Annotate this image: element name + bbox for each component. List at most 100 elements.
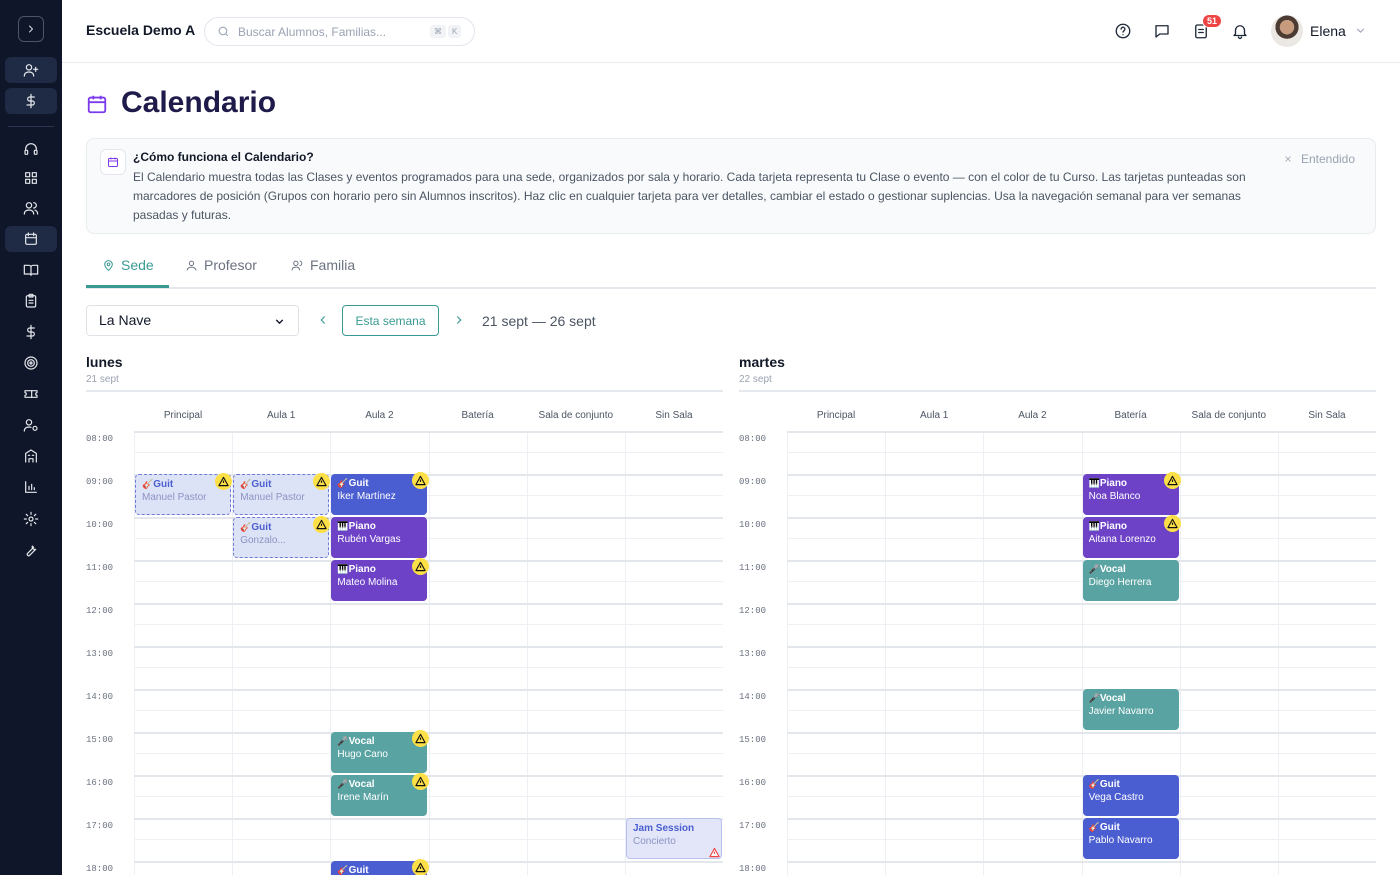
chevron-right-icon[interactable] <box>452 313 466 327</box>
sidebar-item-teachers[interactable] <box>5 412 57 438</box>
half-hour-line <box>134 538 723 539</box>
warning-icon <box>1163 472 1181 489</box>
venue-select[interactable]: La Nave <box>86 305 299 336</box>
half-hour-line <box>787 753 1376 754</box>
clipboard-icon <box>25 293 37 308</box>
event-title-text: Vocal <box>348 779 375 790</box>
sidebar-item-dashboard[interactable] <box>5 165 57 191</box>
hour-line <box>787 560 1376 562</box>
bar-chart-icon <box>25 481 37 493</box>
tab-profesor[interactable]: Profesor <box>185 257 257 273</box>
search-input[interactable] <box>238 24 428 39</box>
event-title: 🎸Guit <box>337 865 421 875</box>
search-icon <box>218 26 229 37</box>
hour-line <box>134 431 723 433</box>
sidebar-item-support[interactable] <box>5 136 57 162</box>
room-divider <box>526 431 528 875</box>
half-hour-line <box>134 667 723 668</box>
shortcut-key-k: K <box>448 25 462 38</box>
sidebar-toggle-button[interactable] <box>18 16 44 42</box>
event-card[interactable]: 🎤Vocal Diego Herrera <box>1082 560 1179 601</box>
instrument-icon: 🎹 <box>1088 478 1100 488</box>
event-title: 🎹Piano <box>337 521 421 532</box>
event-title-text: Vocal <box>348 736 375 747</box>
tab-familia[interactable]: Familia <box>291 257 355 273</box>
sidebar-item-events[interactable] <box>5 381 57 407</box>
event-title: 🎸Guit <box>240 479 322 490</box>
messages-button[interactable] <box>1152 21 1172 41</box>
dismiss-button[interactable]: Entendido <box>1283 152 1355 166</box>
sidebar-item-courses[interactable] <box>5 257 57 283</box>
event-card[interactable]: 🎸Guit Gonzalo... <box>233 516 331 558</box>
time-label: 08:00 <box>739 434 767 444</box>
event-card[interactable]: 🎤Vocal Irene Marín <box>331 773 430 816</box>
warning-icon <box>412 773 430 790</box>
sidebar-item-reports[interactable] <box>5 474 57 500</box>
users-icon <box>291 260 303 270</box>
event-card[interactable]: 🎹Piano Mateo Molina <box>331 558 430 601</box>
sidebar-item-billing[interactable] <box>5 319 57 345</box>
warning-icon <box>412 472 430 489</box>
event-card[interactable]: 🎤Vocal Hugo Cano <box>331 730 430 773</box>
tab-sede[interactable]: Sede <box>102 257 154 273</box>
sidebar-item-attendance[interactable] <box>5 288 57 314</box>
day-divider <box>739 390 1376 392</box>
half-hour-line <box>787 495 1376 496</box>
hour-line <box>134 775 723 777</box>
sidebar-item-settings[interactable] <box>5 506 57 532</box>
time-label: 10:00 <box>739 520 767 530</box>
time-label: 16:00 <box>739 778 767 788</box>
event-card[interactable]: 🎸Guit <box>331 859 430 875</box>
gear-icon <box>23 511 39 527</box>
sidebar-item-students[interactable] <box>5 195 57 221</box>
instrument-icon: 🎸 <box>240 522 252 532</box>
tasks-badge: 51 <box>1202 14 1223 28</box>
event-card[interactable]: 🎹Piano Aitana Lorenzo <box>1082 515 1181 558</box>
notifications-button[interactable] <box>1230 21 1250 41</box>
time-label: 16:00 <box>86 778 114 788</box>
chevron-down-icon[interactable] <box>1354 24 1367 37</box>
event-card[interactable]: 🎸Guit Manuel Pastor <box>135 473 232 515</box>
event-title: 🎤Vocal <box>1089 564 1173 575</box>
event-title: 🎹Piano <box>1089 478 1173 489</box>
instrument-icon: 🎹 <box>337 521 349 531</box>
event-title-text: Piano <box>1099 478 1128 489</box>
help-button[interactable] <box>1113 21 1133 41</box>
sidebar-item-tools[interactable] <box>5 537 57 563</box>
event-subtitle: Hugo Cano <box>337 749 388 760</box>
event-title: 🎹Piano <box>337 564 421 575</box>
dismiss-label: Entendido <box>1300 152 1355 166</box>
chevron-left-icon[interactable] <box>316 313 330 327</box>
event-card[interactable]: 🎸Guit Manuel Pastor <box>233 473 331 515</box>
time-label: 10:00 <box>86 520 114 530</box>
chevron-down-icon <box>275 319 284 325</box>
sidebar-item-calendar[interactable] <box>5 226 57 252</box>
instrument-icon: 🎸 <box>337 865 349 875</box>
time-label: 15:00 <box>86 735 114 745</box>
event-title: 🎸Guit <box>240 522 322 533</box>
user-name[interactable]: Elena <box>1310 23 1346 39</box>
room-header: Sala de conjunto <box>538 410 614 421</box>
this-week-button[interactable]: Esta semana <box>342 305 439 336</box>
event-card[interactable]: 🎹Piano Rubén Vargas <box>331 517 428 558</box>
search-box[interactable]: ⌘ K <box>204 17 475 46</box>
event-card[interactable]: Jam Session Concierto <box>626 818 722 859</box>
sidebar-item-payments[interactable] <box>5 88 57 114</box>
sidebar-item-add-student[interactable] <box>5 57 57 83</box>
avatar[interactable] <box>1271 15 1303 47</box>
tasks-button[interactable]: 51 <box>1191 14 1223 41</box>
sidebar-item-venues[interactable] <box>5 443 57 469</box>
room-header: Batería <box>461 410 494 421</box>
hour-line <box>787 775 1376 777</box>
event-card[interactable]: 🎸Guit Iker Martínez <box>331 472 430 515</box>
event-card[interactable]: 🎹Piano Noa Blanco <box>1082 472 1181 515</box>
event-card[interactable]: 🎸Guit Vega Castro <box>1082 775 1179 816</box>
event-title-text: Piano <box>348 564 376 575</box>
event-card[interactable]: 🎸Guit Pablo Navarro <box>1082 818 1179 859</box>
room-header: Batería <box>1114 410 1147 421</box>
sidebar-item-goals[interactable] <box>5 350 57 376</box>
event-card[interactable]: 🎤Vocal Javier Navarro <box>1082 689 1179 730</box>
half-hour-line <box>134 753 723 754</box>
hour-line <box>787 732 1376 734</box>
half-hour-line <box>134 624 723 625</box>
